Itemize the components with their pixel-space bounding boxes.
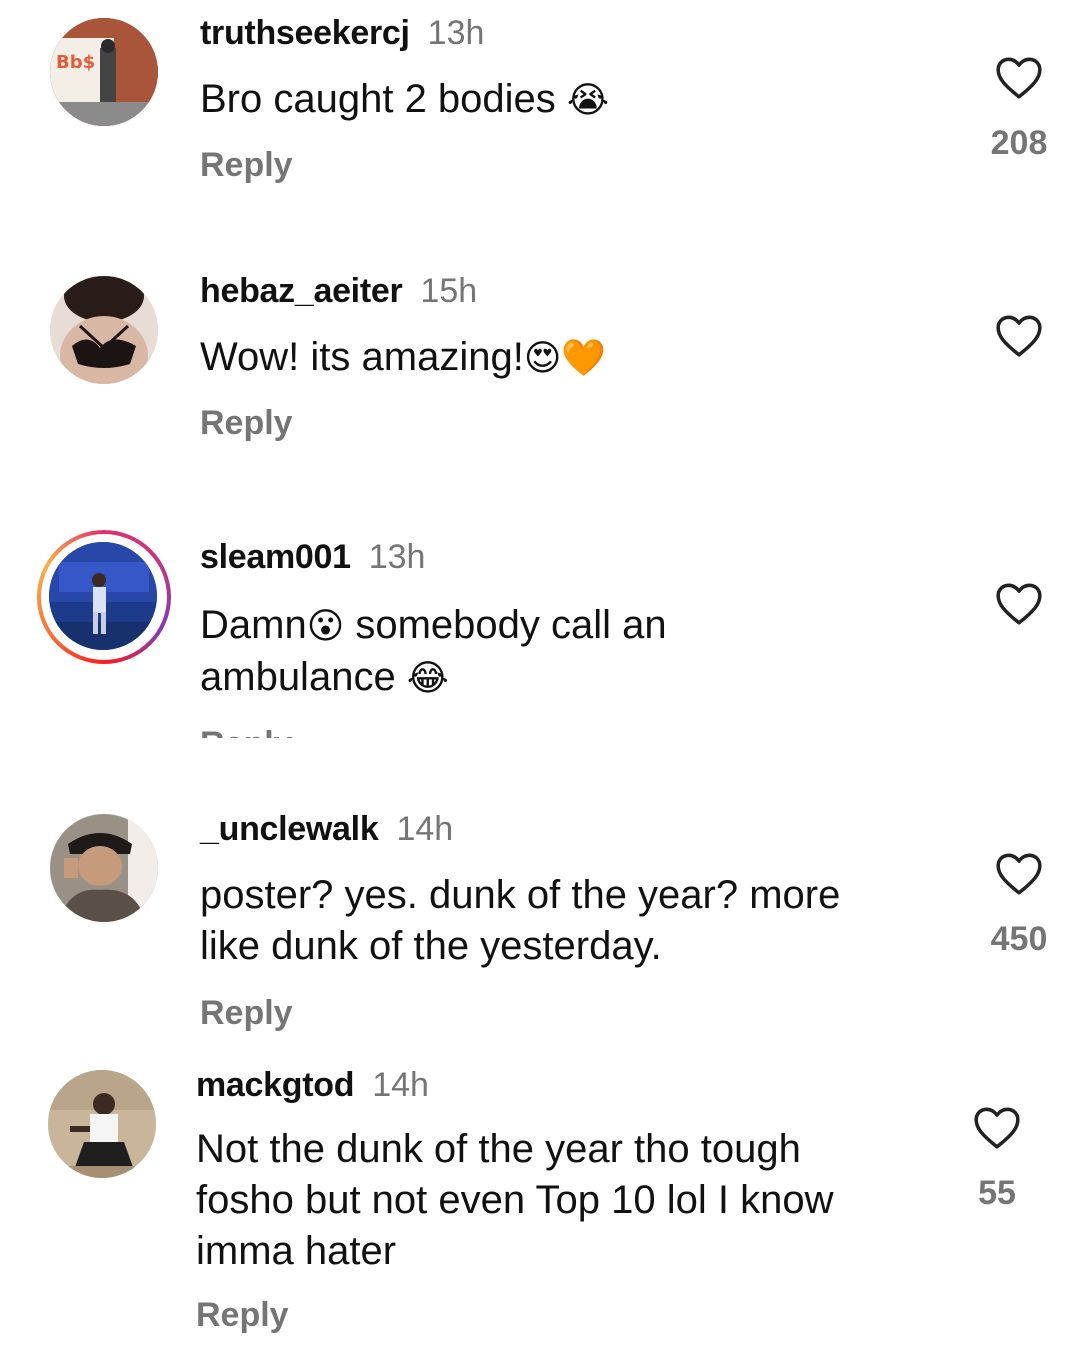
username[interactable]: _unclewalk (200, 810, 379, 848)
like-button[interactable] (990, 54, 1048, 108)
comment-text-line: ambulance 😂 (200, 652, 900, 704)
comment-text-content: Bro caught 2 bodies (200, 77, 567, 121)
username[interactable]: mackgtod (196, 1066, 354, 1104)
comment-meta: hebaz_aeiter 15h (200, 272, 477, 311)
avatar[interactable]: Bb$ (50, 18, 158, 126)
comment-text: Wow! its amazing!😍🧡 (200, 332, 900, 384)
comment-meta: mackgtod 14h (196, 1066, 429, 1105)
comment-text-content: Damn (200, 603, 307, 647)
surprised-face-emoji: 😮 (306, 606, 345, 647)
username[interactable]: sleam001 (200, 538, 351, 576)
timestamp: 15h (420, 272, 478, 310)
comment-text-line: Damn😮 somebody call an (200, 600, 900, 652)
reply-button[interactable]: Reply (200, 724, 293, 738)
comment-text-content: ambulance (200, 655, 407, 699)
heart-outline-icon (996, 853, 1042, 895)
comment-text: Damn😮 somebody call an ambulance 😂 (200, 600, 900, 704)
heart-outline-icon (996, 315, 1042, 357)
timestamp: 13h (368, 538, 426, 576)
heart-outline-icon (974, 1107, 1020, 1149)
reply-button[interactable]: Reply (200, 404, 293, 443)
story-ring[interactable] (37, 530, 171, 664)
avatar[interactable] (48, 1070, 156, 1178)
timestamp: 13h (427, 14, 485, 52)
like-count: 208 (990, 124, 1048, 162)
heart-outline-icon (996, 57, 1042, 99)
avatar[interactable] (49, 542, 157, 650)
avatar[interactable] (50, 276, 158, 384)
comment-meta: sleam001 13h (200, 538, 425, 577)
comment-text: poster? yes. dunk of the year? more like… (200, 873, 841, 968)
tears-of-joy-emoji: 😂 (406, 658, 449, 699)
svg-text:Bb$: Bb$ (56, 52, 95, 73)
reply-button[interactable]: Reply (196, 1296, 289, 1335)
reply-button[interactable]: Reply (200, 146, 293, 185)
like-button[interactable] (990, 312, 1048, 366)
comment-text-content: somebody call an (344, 603, 667, 647)
timestamp: 14h (396, 810, 454, 848)
comment-text-content: Wow! its amazing! (200, 335, 524, 379)
username[interactable]: hebaz_aeiter (200, 272, 403, 310)
reply-button[interactable]: Reply (200, 994, 293, 1033)
like-count: 450 (990, 920, 1048, 958)
like-button[interactable] (990, 850, 1048, 904)
avatar[interactable] (50, 814, 158, 922)
heart-eyes-orange-heart-emoji: 😍🧡 (523, 338, 607, 379)
comment-text: Not the dunk of the year tho tough fosho… (196, 1127, 834, 1273)
like-button[interactable] (968, 1104, 1026, 1158)
crying-face-emoji: 😭 (566, 80, 609, 121)
timestamp: 14h (372, 1066, 429, 1104)
username[interactable]: truthseekercj (200, 14, 410, 52)
comment-text: Bro caught 2 bodies 😭 (200, 74, 900, 126)
like-button[interactable] (990, 580, 1048, 634)
comment-meta: truthseekercj 13h (200, 14, 484, 53)
like-count: 55 (978, 1174, 1016, 1212)
heart-outline-icon (996, 583, 1042, 625)
comment-meta: _unclewalk 14h (200, 810, 453, 849)
